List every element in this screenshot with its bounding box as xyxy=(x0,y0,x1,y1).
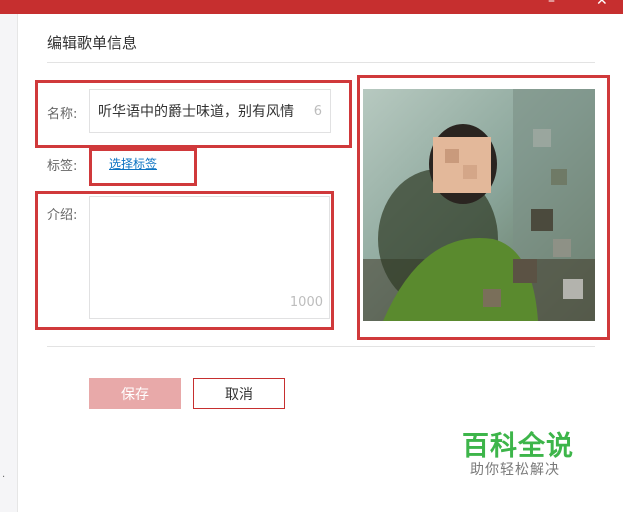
annotation-box-intro xyxy=(35,191,334,330)
page-title: 编辑歌单信息 xyxy=(47,34,138,52)
watermark-logo-text: 百科全说 xyxy=(462,431,574,462)
save-button[interactable]: 保存 xyxy=(89,378,181,409)
ellipsis-icon: · xyxy=(2,472,6,483)
minimize-icon[interactable]: – xyxy=(548,0,555,8)
title-bar: – ✕ xyxy=(0,0,623,14)
close-icon[interactable]: ✕ xyxy=(596,0,608,8)
tags-label: 标签: xyxy=(47,159,78,174)
annotation-box-cover xyxy=(357,75,610,340)
watermark: 百科全说 助你轻松解决 xyxy=(442,412,598,486)
divider xyxy=(47,62,595,63)
annotation-box-tags xyxy=(89,148,197,186)
cancel-button[interactable]: 取消 xyxy=(193,378,285,409)
divider-bottom xyxy=(47,346,595,347)
left-sidebar-edge: · xyxy=(0,14,18,512)
annotation-box-name xyxy=(35,80,352,148)
watermark-slogan: 助你轻松解决 xyxy=(470,462,560,478)
